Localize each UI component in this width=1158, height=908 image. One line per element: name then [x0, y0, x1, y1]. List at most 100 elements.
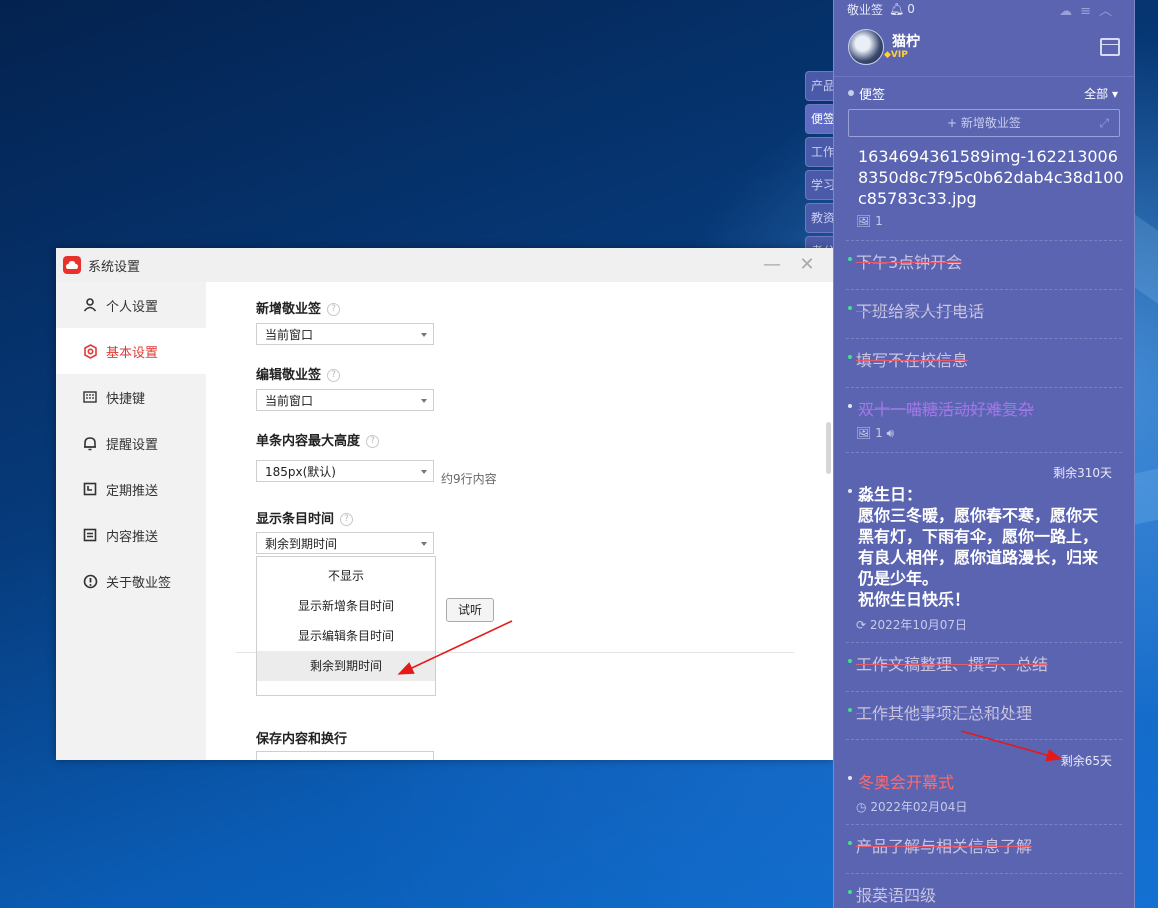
note-divider — [846, 691, 1122, 692]
note-divider — [846, 452, 1122, 453]
tab-study[interactable]: 学习 — [805, 170, 835, 200]
show-time-label: 显示条目时间? — [256, 508, 354, 527]
attachment-meta: 🖼︎ 1 — [856, 214, 883, 228]
vip-badge: ◆VIP — [884, 50, 908, 60]
notification-count: 0 — [907, 2, 915, 16]
new-note-select[interactable]: 当前窗口 — [256, 323, 434, 345]
max-height-label: 单条内容最大高度? — [256, 430, 380, 449]
chevron-down-icon — [421, 470, 427, 474]
nav-about[interactable]: 关于敬业签 — [56, 558, 206, 604]
nav-label: 快捷键 — [106, 391, 146, 407]
note-dot — [848, 489, 852, 493]
notes-panel: 敬业签 🔔︎ 0 ☁≡︿ 猫柠 ◆VIP 便签 全部 ▾ + 新增敬业签 ⤢ 16… — [833, 0, 1135, 908]
chevron-down-icon — [421, 542, 427, 546]
help-icon[interactable]: ? — [340, 513, 354, 526]
nav-personal-settings[interactable]: 个人设置 — [56, 282, 206, 328]
settings-content: 新增敬业签? 当前窗口 编辑敬业签? 当前窗口 单条内容最大高度? 185px(… — [206, 282, 833, 760]
help-icon[interactable]: ? — [366, 435, 380, 448]
new-note-label: 新增敬业签? — [256, 298, 341, 317]
section-title: 便签 — [859, 87, 886, 103]
dropdown-option[interactable]: 不显示 — [257, 561, 435, 591]
remaining-days: 剩余310天 — [1053, 466, 1112, 480]
tab-notes[interactable]: 便签 — [805, 104, 835, 134]
user-row: 猫柠 ◆VIP — [834, 18, 1134, 77]
bell-icon — [82, 435, 98, 451]
max-height-select[interactable]: 185px(默认) — [256, 460, 434, 482]
tab-product[interactable]: 产品 — [805, 71, 835, 101]
edit-note-label: 编辑敬业签? — [256, 364, 341, 383]
user-icon — [82, 297, 98, 313]
done-dot — [848, 890, 852, 894]
clock-icon: ◷ — [856, 800, 867, 814]
user-name: 猫柠 — [892, 34, 920, 50]
close-button[interactable]: ✕ — [796, 254, 818, 275]
note-divider — [846, 387, 1122, 388]
section-header: 便签 全部 ▾ — [834, 77, 1134, 109]
note-divider — [846, 824, 1122, 825]
scrollbar[interactable] — [826, 422, 831, 474]
add-note-button[interactable]: + 新增敬业签 ⤢ — [848, 109, 1120, 137]
show-time-dropdown: 不显示 显示新增条目时间 显示编辑条目时间 剩余到期时间 — [256, 556, 436, 696]
avatar[interactable] — [848, 29, 884, 65]
tab-work[interactable]: 工作 — [805, 137, 835, 167]
chevron-down-icon — [421, 399, 427, 403]
tab-teacher-cert[interactable]: 教资 — [805, 203, 835, 233]
nav-label: 提醒设置 — [106, 437, 159, 453]
done-dot — [848, 257, 852, 261]
panel-controls: ☁≡︿ — [1059, 0, 1120, 19]
nav-label: 内容推送 — [106, 529, 159, 545]
settings-title: 系统设置 — [88, 259, 141, 275]
nav-scheduled-push[interactable]: 定期推送 — [56, 466, 206, 512]
help-icon[interactable]: ? — [327, 303, 341, 316]
note-date: ◷ 2022年02月04日 — [856, 800, 968, 814]
menu-icon[interactable]: ≡ — [1080, 4, 1099, 19]
calendar-icon — [82, 481, 98, 497]
cloud-sync-icon[interactable]: ☁ — [1059, 4, 1080, 19]
app-name: 敬业签 — [847, 2, 884, 17]
nav-content-push[interactable]: 内容推送 — [56, 512, 206, 558]
max-height-hint: 约9行内容 — [441, 472, 497, 486]
settings-titlebar: 系统设置 — ✕ — [56, 248, 833, 282]
note-text: 工作其他事项汇总和处理 — [856, 704, 1033, 723]
note-text: 报英语四级 — [856, 886, 937, 905]
note-divider — [846, 289, 1122, 290]
nav-shortcuts[interactable]: 快捷键 — [56, 374, 206, 420]
expand-icon[interactable]: ⤢ — [1099, 110, 1109, 136]
note-text: 工作文稿整理、撰写、总结 — [856, 655, 1049, 674]
edit-note-select[interactable]: 当前窗口 — [256, 389, 434, 411]
note-divider — [846, 739, 1122, 740]
note-text: 冬奥会开幕式 — [858, 773, 955, 792]
dropdown-option-selected[interactable]: 剩余到期时间 — [257, 651, 435, 681]
bell-icon[interactable]: 🔔︎ — [889, 2, 904, 16]
settings-icon — [82, 343, 98, 359]
dropdown-option[interactable]: 显示编辑条目时间 — [257, 621, 435, 651]
help-icon[interactable]: ? — [327, 369, 341, 382]
save-section-label: 保存内容和换行 — [256, 732, 348, 747]
listen-button[interactable]: 试听 — [446, 598, 494, 622]
nav-label: 个人设置 — [106, 299, 159, 315]
note-text: 产品了解与相关信息了解 — [856, 837, 1033, 856]
collapse-icon[interactable]: ︿ — [1099, 4, 1120, 19]
settings-window: 系统设置 — ✕ 个人设置 基本设置 快捷键 提醒设置 定期推送 内容推送 关于… — [56, 248, 833, 760]
nav-label: 定期推送 — [106, 483, 159, 499]
done-dot — [848, 708, 852, 712]
notes-header: 敬业签 🔔︎ 0 ☁≡︿ — [834, 0, 1134, 19]
save-section-select[interactable] — [256, 751, 434, 760]
note-text: 1634694361589img-162213006 8350d8c7f95c0… — [858, 147, 1124, 208]
done-dot — [848, 841, 852, 845]
calendar-icon[interactable] — [1100, 38, 1120, 56]
show-time-select[interactable]: 剩余到期时间 — [256, 532, 434, 554]
minimize-button[interactable]: — — [761, 254, 783, 275]
note-date: ⟳ 2022年10月07日 — [856, 618, 967, 632]
document-icon — [82, 527, 98, 543]
note-text: 双十一喵糖活动好难复杂 — [858, 400, 1035, 419]
attachment-meta: 🖼︎ 1 🔊︎ — [856, 426, 895, 440]
filter-dropdown[interactable]: 全部 ▾ — [1084, 85, 1118, 102]
dropdown-option[interactable]: 显示新增条目时间 — [257, 591, 435, 621]
nav-label: 关于敬业签 — [106, 575, 172, 591]
info-icon — [82, 573, 98, 589]
nav-reminder-settings[interactable]: 提醒设置 — [56, 420, 206, 466]
nav-basic-settings[interactable]: 基本设置 — [56, 328, 206, 374]
settings-sidebar: 个人设置 基本设置 快捷键 提醒设置 定期推送 内容推送 关于敬业签 — [56, 282, 206, 760]
done-dot — [848, 659, 852, 663]
